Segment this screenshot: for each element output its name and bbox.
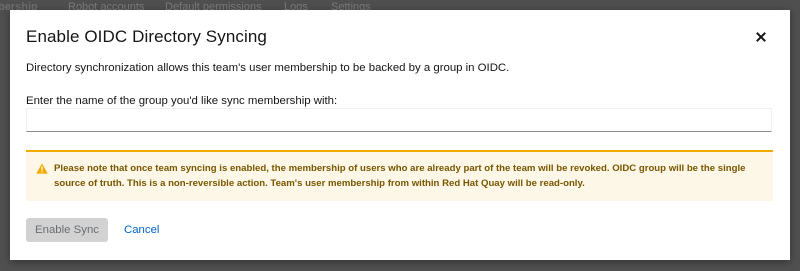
warning-message: Please note that once team syncing is en… [54,163,746,189]
warning-alert: Please note that once team syncing is en… [26,150,773,201]
group-name-input[interactable] [26,108,772,132]
modal-title: Enable OIDC Directory Syncing [26,27,267,46]
enable-sync-button[interactable]: Enable Sync [26,218,108,242]
cancel-button[interactable]: Cancel [124,218,159,242]
group-name-label: Enter the name of the group you'd like s… [26,95,338,107]
close-icon [754,30,768,44]
close-button[interactable] [754,30,768,44]
enable-oidc-sync-modal: Enable OIDC Directory Syncing Directory … [10,10,790,260]
modal-description: Directory synchronization allows this te… [26,62,510,74]
warning-triangle-icon [36,163,48,174]
